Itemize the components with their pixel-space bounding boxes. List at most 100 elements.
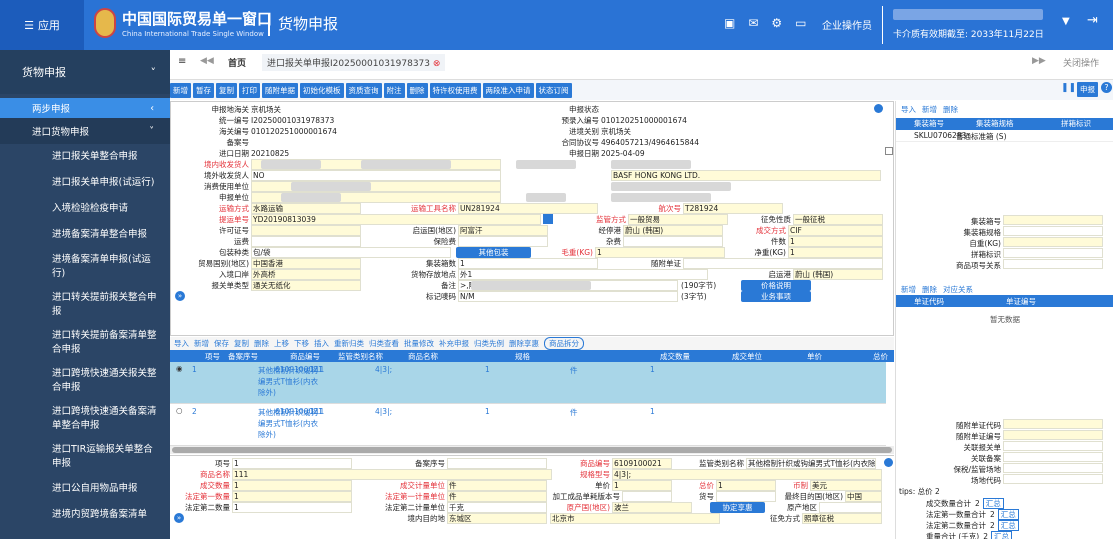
column-header[interactable]: 商品名称 [408,351,438,362]
field-input[interactable]: 水路运输 [251,203,361,214]
field-input[interactable]: 1 [232,458,352,469]
field-input[interactable]: 1 [716,480,776,491]
toolbar-button[interactable]: 随附单据 [262,82,298,98]
split-toggle[interactable]: 商品拆分 [544,337,584,350]
sidebar-item[interactable]: 进口跨境快速通关备案清单整合申报 [0,400,170,438]
row-radio[interactable]: ○ [176,406,183,415]
toolbar-button[interactable]: 删除 [406,82,428,98]
column-header[interactable]: 项号 [205,351,220,362]
field-input[interactable] [1003,237,1103,247]
sidebar-item[interactable]: 进口报关单整合申报 [0,144,170,170]
business-items-button[interactable]: 业务事项 [741,291,811,302]
sum-button[interactable]: 汇总 [997,520,1019,531]
toolbar-button[interactable]: 状态订阅 [535,82,572,98]
close-icon[interactable]: ⊗ [433,59,441,69]
field-input[interactable]: 其他棉制针织或钩编男式T恤衫(内衣除外) [746,458,876,469]
field-input[interactable] [1003,441,1103,451]
toolbar-button[interactable]: 打印 [239,82,260,98]
field-input[interactable] [251,236,361,247]
field-input[interactable]: 美元 [810,480,882,491]
table-row[interactable]: SKLU0706283 普通标准箱 (S) [896,130,1113,142]
field-input[interactable]: 千克 [447,502,547,513]
sidebar-item[interactable]: 进口转关提前备案清单整合申报 [0,324,170,362]
field-input[interactable] [819,502,882,513]
field-input[interactable] [623,236,723,247]
field-input[interactable]: 阿富汗 [458,225,548,236]
field-input[interactable]: 一般征税 [793,214,883,225]
field-input[interactable]: 波兰 [612,502,692,513]
field-input[interactable]: 1 [595,247,725,258]
field-input[interactable] [1003,215,1103,225]
chevron-down-icon[interactable]: ▼ [1062,16,1070,27]
field-input[interactable]: 外高桥 [251,269,361,280]
sidebar-item[interactable]: 进境备案清单申报(试运行) [0,248,170,286]
field-input[interactable]: 一般贸易 [628,214,728,225]
pause-icon[interactable]: ❚❚ [1061,83,1076,93]
goods-tool-button[interactable]: 导入 [174,338,189,349]
field-input[interactable] [1003,430,1103,440]
checkbox[interactable] [885,147,893,155]
container-tool-button[interactable]: 删除 [943,105,958,114]
field-input[interactable]: 1 [458,258,598,269]
toolbar-button[interactable]: 初始化模板 [300,82,344,98]
field-input[interactable] [1003,259,1103,269]
goods-tool-button[interactable]: 批量修改 [404,338,434,349]
goods-tool-button[interactable]: 删除享惠 [509,338,539,349]
field-input[interactable]: NO [251,170,501,181]
toolbar-button[interactable]: 两段准入申请 [482,82,534,98]
tab-scroll-right-icon[interactable]: ▶▶ [1032,56,1046,66]
column-header[interactable]: 单价 [807,351,822,362]
table-row[interactable]: ○ 2 6109100021 其他棉制针织或钩编男式T恤衫(内衣除外) 111 4|3|;… [170,404,886,446]
sidebar-item[interactable]: 进境内贸跨境备案清单 [0,502,170,528]
field-input[interactable]: 蔚山 (韩国) [793,269,883,280]
field-input[interactable]: 4|3|; [612,469,882,480]
mail-icon[interactable]: ✉ [748,16,758,30]
goods-tool-button[interactable]: 上移 [274,338,289,349]
expand-icon[interactable]: » [174,513,184,523]
goods-tool-button[interactable]: 重新归类 [334,338,364,349]
more-icon[interactable] [884,458,893,467]
column-header[interactable]: 规格 [515,351,530,362]
goods-tool-button[interactable]: 新增 [194,338,209,349]
field-input[interactable] [683,258,883,269]
tab-current[interactable]: 进口报关单申报I20250001031978373 ⊗ [262,54,446,71]
field-input[interactable] [1003,452,1103,462]
column-header[interactable]: 成交单位 [732,351,762,362]
sidebar-item[interactable]: 进境备案清单整合申报 [0,222,170,248]
field-input[interactable]: 1 [232,491,352,502]
row-radio[interactable]: ◉ [176,364,183,373]
user-role[interactable]: 企业操作员 [822,17,872,32]
sidebar-item[interactable]: 进口跨境快速通关报关整合申报 [0,362,170,400]
column-header[interactable]: 成交数量 [660,351,690,362]
column-header[interactable]: 集装箱号 [914,118,944,129]
field-input[interactable] [251,225,361,236]
column-header[interactable]: 单证编号 [1006,296,1036,307]
column-header[interactable]: 拼箱标识 [1061,118,1091,129]
goods-tool-button[interactable]: 归类查看 [369,338,399,349]
field-input[interactable]: 照章征税 [802,513,882,524]
field-input[interactable] [1003,474,1103,484]
column-header[interactable]: 备案序号 [228,351,258,362]
cert-tool-button[interactable]: 新增 [901,285,916,294]
field-input[interactable]: 111 [232,469,552,480]
column-header[interactable]: 商品编号 [290,351,320,362]
column-header[interactable]: 监管类别名称 [338,351,383,362]
sum-button[interactable]: 汇总 [997,509,1019,520]
column-header[interactable]: 集装箱规格 [976,118,1014,129]
field-input[interactable]: UN281924 [458,203,598,214]
sum-button[interactable]: 汇总 [982,498,1004,509]
field-input[interactable]: 中国香港 [251,258,361,269]
field-input[interactable]: 东城区 [447,513,547,524]
container-tool-button[interactable]: 导入 [901,105,916,114]
apps-menu-button[interactable]: ☰ 应用 [0,0,84,50]
goods-tool-button[interactable]: 归类先例 [474,338,504,349]
field-input[interactable] [1003,248,1103,258]
tab-scroll-left-icon[interactable]: ◀◀ [200,56,214,66]
field-input[interactable] [1003,463,1103,473]
toolbar-button[interactable]: 附注 [383,82,405,98]
sidebar-item[interactable]: 入境检验检疫申请 [0,196,170,222]
field-input[interactable]: 通关无纸化 [251,280,361,291]
toolbar-button[interactable]: 新增 [170,82,191,98]
logout-icon[interactable]: ⇥ [1087,13,1098,28]
field-input[interactable]: 包/袋 [251,247,451,258]
